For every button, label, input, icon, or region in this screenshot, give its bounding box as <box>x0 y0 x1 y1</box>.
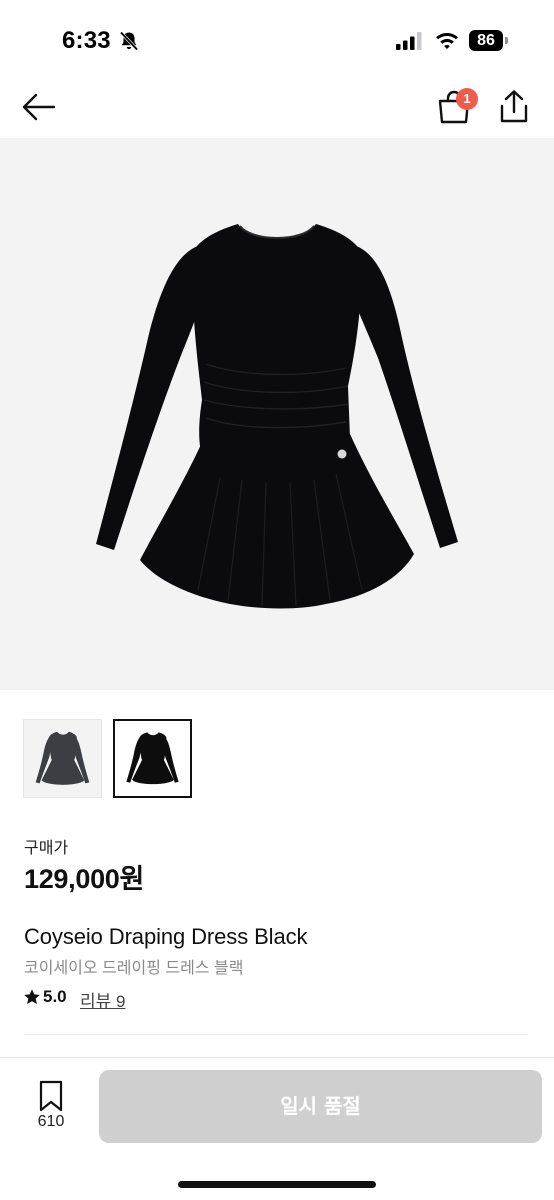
status-bar: 6:33 86 <box>0 0 554 76</box>
bookmark-count: 610 <box>37 1113 65 1130</box>
product-detail-screen: 6:33 86 1 구매가 129,000원 Coyseio Draping D… <box>0 0 554 1200</box>
arrow-left-icon <box>22 93 56 121</box>
status-time: 6:33 <box>62 27 111 54</box>
rating-value: 5.0 <box>43 987 67 1006</box>
price-label: 구매가 <box>24 840 69 857</box>
home-indicator <box>178 1181 376 1188</box>
bottom-bar-divider <box>0 1057 554 1058</box>
battery-cap <box>505 37 508 44</box>
sold-out-button[interactable]: 일시 품절 <box>99 1070 542 1143</box>
battery-icon: 86 <box>469 30 503 51</box>
share-button[interactable] <box>496 88 532 126</box>
bookmark-icon <box>39 1080 63 1112</box>
product-price: 129,000원 <box>24 864 145 894</box>
divider <box>24 1034 528 1035</box>
bookmark-button[interactable]: 610 <box>24 1078 78 1138</box>
wifi-icon <box>436 33 458 49</box>
product-name: Coyseio Draping Dress Black <box>24 924 308 949</box>
nav-bar: 1 <box>0 78 554 136</box>
thumbnail-2-image <box>126 732 179 785</box>
thumbnail-1-image <box>35 731 90 785</box>
back-button[interactable] <box>20 90 60 124</box>
cellular-signal-icon <box>396 32 422 50</box>
share-icon <box>500 90 528 123</box>
star-icon <box>24 989 40 1005</box>
product-hero-image[interactable] <box>0 138 554 690</box>
review-count-link[interactable]: 리뷰 9 <box>80 987 125 1012</box>
thumbnail-1[interactable] <box>23 719 102 798</box>
thumbnail-2[interactable] <box>113 719 192 798</box>
cart-count-badge: 1 <box>456 88 478 110</box>
product-name-korean: 코이세이오 드레이핑 드레스 블랙 <box>24 960 244 977</box>
dress-illustration <box>96 224 458 609</box>
bell-slash-icon <box>119 31 139 51</box>
